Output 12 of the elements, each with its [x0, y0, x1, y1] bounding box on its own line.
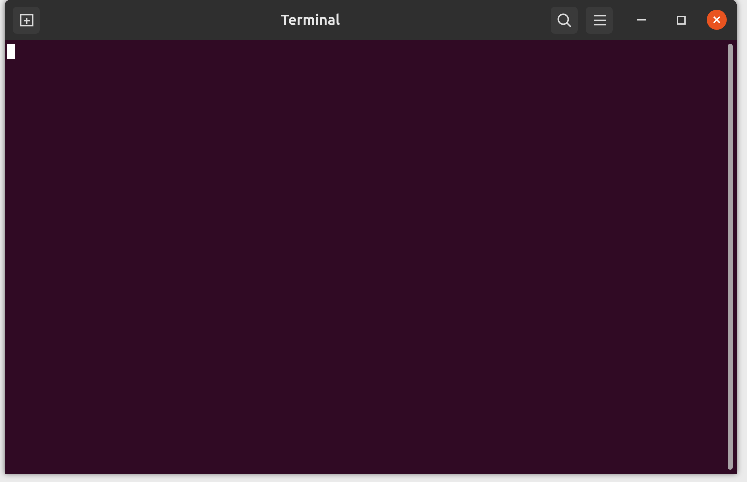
search-button[interactable]	[551, 6, 578, 34]
minimize-icon	[636, 19, 646, 21]
search-icon	[557, 12, 572, 28]
window-title: Terminal	[280, 10, 340, 30]
new-tab-icon	[20, 13, 34, 27]
scrollbar[interactable]	[728, 44, 733, 470]
maximize-icon	[676, 16, 686, 24]
menu-icon	[594, 14, 606, 26]
menu-button[interactable]	[586, 6, 613, 34]
new-tab-button[interactable]	[13, 6, 40, 34]
close-button[interactable]	[707, 10, 727, 30]
close-icon	[713, 16, 721, 24]
